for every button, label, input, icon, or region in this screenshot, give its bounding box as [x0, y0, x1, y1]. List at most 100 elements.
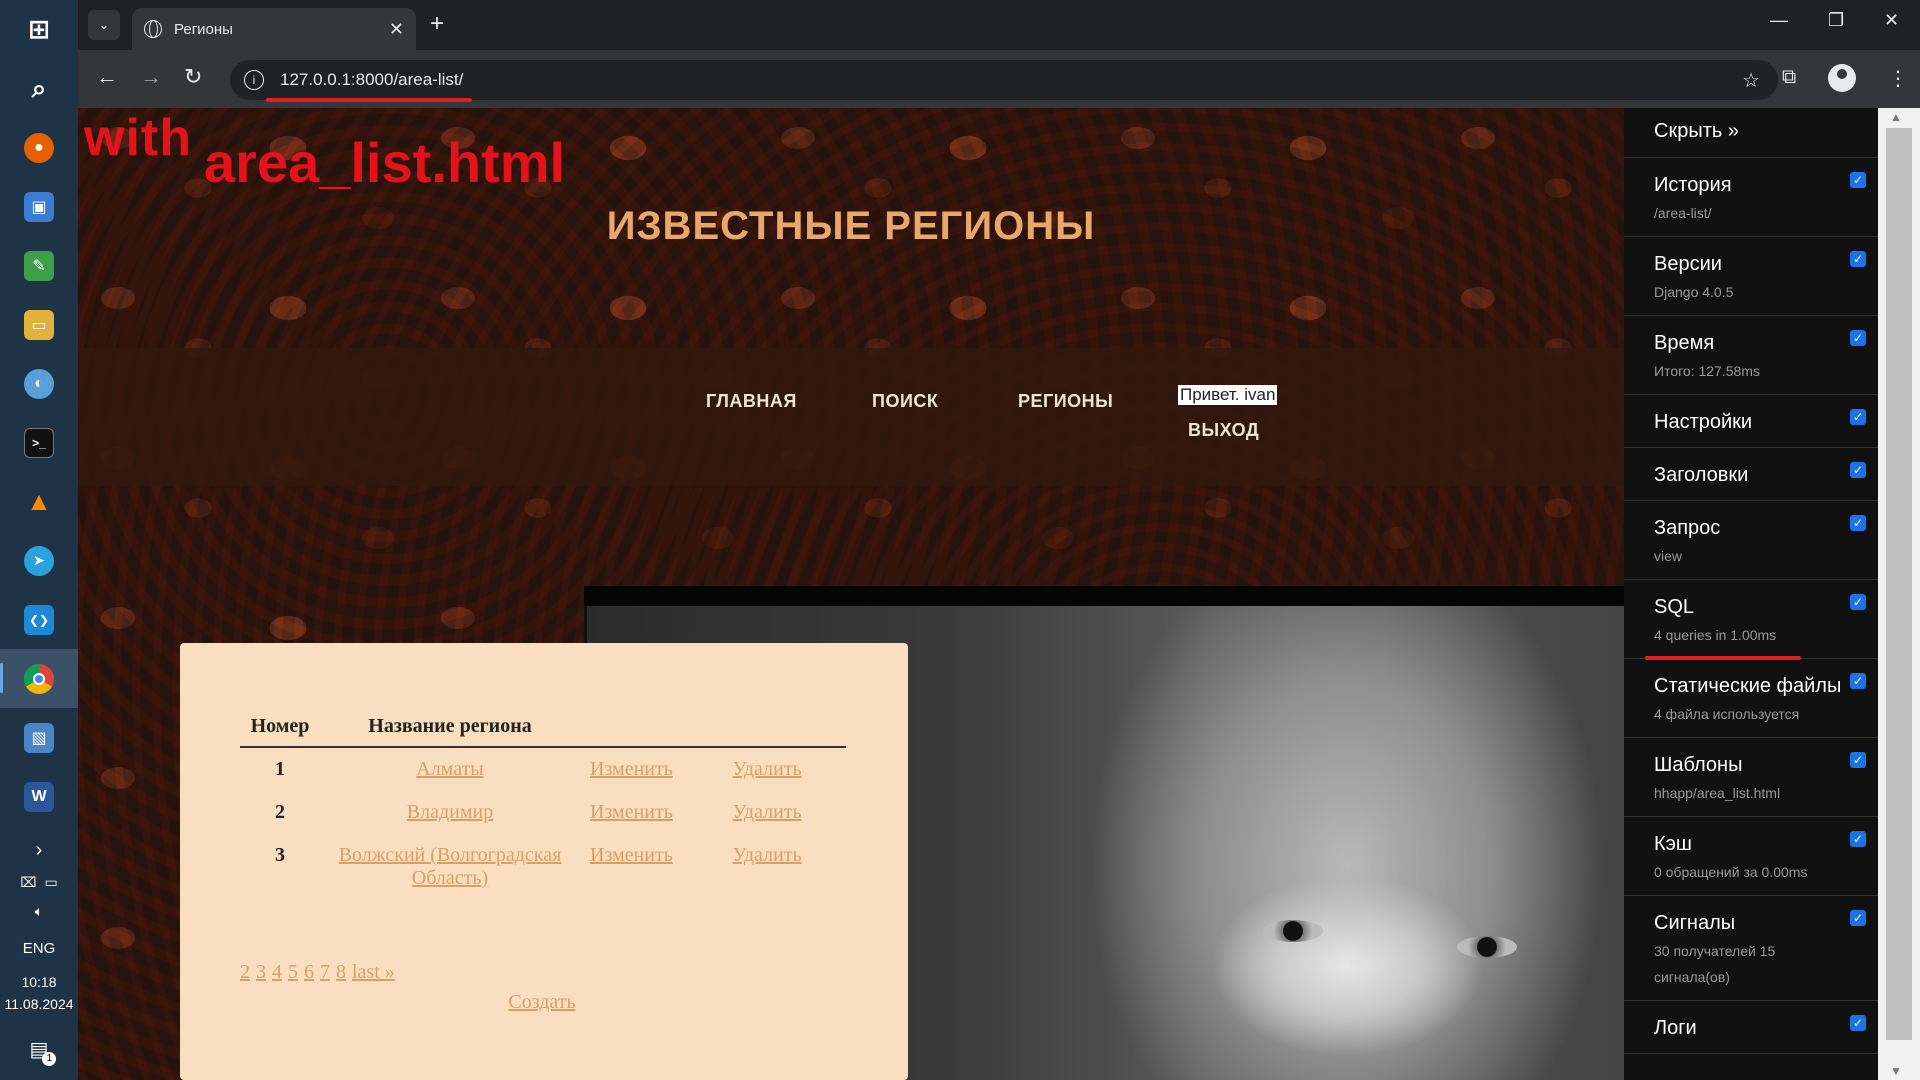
page-link[interactable]: 7	[320, 961, 330, 983]
debug-panel-item[interactable]: История/area-list/ ✓	[1624, 158, 1878, 237]
explorer-button[interactable]: ▭	[0, 295, 78, 354]
row-number: 1	[275, 758, 285, 780]
nav-logout[interactable]: ВЫХОД	[1188, 420, 1259, 441]
main-nav: ГЛАВНАЯ ПОИСК РЕГИОНЫ Привет. ivan ВЫХОД	[78, 348, 1624, 486]
region-link[interactable]: Волжский (Волгоградская Область)	[339, 844, 562, 889]
debug-panel-item[interactable]: Настройки ✓	[1624, 395, 1878, 448]
create-link[interactable]: Создать	[508, 991, 575, 1013]
nav-search[interactable]: ПОИСК	[872, 391, 938, 412]
firefox-button[interactable]: ●	[0, 118, 78, 177]
panel-toggle-checkbox[interactable]: ✓	[1850, 831, 1866, 847]
page-link[interactable]: 3	[256, 961, 266, 983]
vlc-button[interactable]: ▲	[0, 472, 78, 531]
close-window-button[interactable]: ✕	[1884, 10, 1899, 31]
panel-toggle-checkbox[interactable]: ✓	[1850, 330, 1866, 346]
page-title: ИЗВЕСТНЫЕ РЕГИОНЫ	[606, 204, 1096, 248]
region-link[interactable]: Алматы	[416, 758, 483, 780]
save-app-button[interactable]: ▣	[0, 177, 78, 236]
panel-toggle-checkbox[interactable]: ✓	[1850, 251, 1866, 267]
panel-toggle-checkbox[interactable]: ✓	[1850, 515, 1866, 531]
word-button[interactable]: W	[0, 767, 78, 826]
new-tab-button[interactable]: +	[430, 12, 444, 36]
minimize-button[interactable]: —	[1770, 10, 1788, 31]
close-tab-icon[interactable]: ✕	[389, 19, 404, 40]
reload-button[interactable]: ↻	[184, 66, 202, 88]
delete-link[interactable]: Удалить	[733, 844, 802, 866]
vscode-button[interactable]: ❮❯	[0, 590, 78, 649]
profile-avatar[interactable]	[1828, 64, 1856, 92]
page-scrollbar[interactable]: ▲ ▼	[1878, 108, 1920, 1080]
last-page-link[interactable]: last »	[352, 961, 395, 983]
globe-icon	[144, 20, 162, 38]
extensions-icon[interactable]: ⧉	[1782, 66, 1796, 89]
chevron-right-icon[interactable]: ›	[36, 839, 43, 862]
address-bar[interactable]: i 127.0.0.1:8000/area-list/ ☆	[230, 60, 1778, 100]
debug-panel-item[interactable]: Кэш 0 обращений за 0.00ms ✓	[1624, 817, 1878, 896]
panel-toggle-checkbox[interactable]: ✓	[1850, 673, 1866, 689]
nav-home[interactable]: ГЛАВНАЯ	[706, 391, 797, 412]
volume-icon[interactable]: 🔈︎	[35, 903, 43, 920]
tab-search-button[interactable]: ⌄	[88, 10, 120, 40]
telegram-button[interactable]: ➤	[0, 531, 78, 590]
panel-toggle-checkbox[interactable]: ✓	[1850, 172, 1866, 188]
column-header-delete	[722, 707, 846, 748]
debug-panel-item[interactable]: Сигналы 30 получателей 15 сигнала(ов) ✓	[1624, 896, 1878, 1001]
scroll-down-icon[interactable]: ▼	[1890, 1064, 1902, 1078]
forward-button[interactable]: →	[140, 66, 162, 88]
display-icon[interactable]: ▭	[44, 874, 57, 891]
page-link[interactable]: 2	[240, 961, 250, 983]
user-greeting: Привет. ivan	[1178, 385, 1278, 405]
terminal-button[interactable]: >_	[0, 413, 78, 472]
panel-toggle-checkbox[interactable]: ✓	[1850, 462, 1866, 478]
clock[interactable]: 10:18 11.08.2024	[4, 971, 73, 1015]
panel-toggle-checkbox[interactable]: ✓	[1850, 409, 1866, 425]
debug-panel-subtitle: 30 получателей 15 сигнала(ов)	[1654, 943, 1776, 985]
page-link[interactable]: 5	[288, 961, 298, 983]
chrome-button[interactable]	[0, 649, 78, 708]
column-header-number: Номер	[240, 707, 320, 748]
debug-panel-item[interactable]: Версии Django 4.0.5 ✓	[1624, 237, 1878, 316]
page-link[interactable]: 8	[336, 961, 346, 983]
start-button[interactable]: ⊞	[0, 0, 78, 59]
debug-toolbar-hide-button[interactable]: Скрыть »	[1624, 108, 1878, 158]
tab-regions[interactable]: Регионы ✕	[132, 8, 416, 50]
edit-link[interactable]: Изменить	[590, 844, 673, 866]
debug-panel-subtitle: Django 4.0.5	[1654, 284, 1734, 300]
edit-link[interactable]: Изменить	[590, 758, 673, 780]
network-icon[interactable]: ⌧	[20, 874, 36, 891]
page-link[interactable]: 6	[304, 961, 314, 983]
paint-button[interactable]: ◐	[0, 354, 78, 413]
row-number: 2	[275, 801, 285, 823]
page-link[interactable]: 4	[272, 961, 282, 983]
debug-panel-item[interactable]: Заголовки ✓	[1624, 448, 1878, 501]
panel-toggle-checkbox[interactable]: ✓	[1850, 1015, 1866, 1031]
delete-link[interactable]: Удалить	[733, 801, 802, 823]
menu-dots-icon[interactable]: ⋮	[1888, 66, 1908, 91]
delete-link[interactable]: Удалить	[733, 758, 802, 780]
scroll-up-icon[interactable]: ▲	[1890, 110, 1902, 124]
photos-button[interactable]: ▧	[0, 708, 78, 767]
debug-panel-item[interactable]: Время Итого: 127.58ms ✓	[1624, 316, 1878, 395]
notepad-app-button[interactable]: ✎	[0, 236, 78, 295]
edit-link[interactable]: Изменить	[590, 801, 673, 823]
region-link[interactable]: Владимир	[407, 801, 493, 823]
bookmark-star-icon[interactable]: ☆	[1742, 68, 1760, 93]
panel-toggle-checkbox[interactable]: ✓	[1850, 752, 1866, 768]
search-button[interactable]: ⌕	[0, 59, 78, 118]
notepad-icon: ✎	[24, 250, 54, 281]
debug-panel-item[interactable]: Шаблоны hhapp/area_list.html ✓	[1624, 738, 1878, 817]
active-indicator	[0, 663, 3, 693]
notifications-button[interactable]: ▤ 1	[30, 1037, 57, 1066]
restore-button[interactable]: ❐	[1828, 10, 1844, 31]
debug-panel-item[interactable]: Запрос view ✓	[1624, 501, 1878, 580]
debug-panel-item[interactable]: SQL 4 queries in 1.00ms ✓	[1624, 580, 1878, 659]
language-indicator[interactable]: ENG	[23, 940, 56, 957]
back-button[interactable]: ←	[96, 66, 118, 88]
nav-regions[interactable]: РЕГИОНЫ	[1018, 391, 1113, 412]
panel-toggle-checkbox[interactable]: ✓	[1850, 594, 1866, 610]
debug-panel-item[interactable]: Статические файлы 4 файла используется ✓	[1624, 659, 1878, 738]
panel-toggle-checkbox[interactable]: ✓	[1850, 910, 1866, 926]
site-info-icon[interactable]: i	[244, 70, 264, 90]
scrollbar-thumb[interactable]	[1886, 128, 1912, 1040]
debug-panel-item[interactable]: Логи ✓	[1624, 1001, 1878, 1054]
